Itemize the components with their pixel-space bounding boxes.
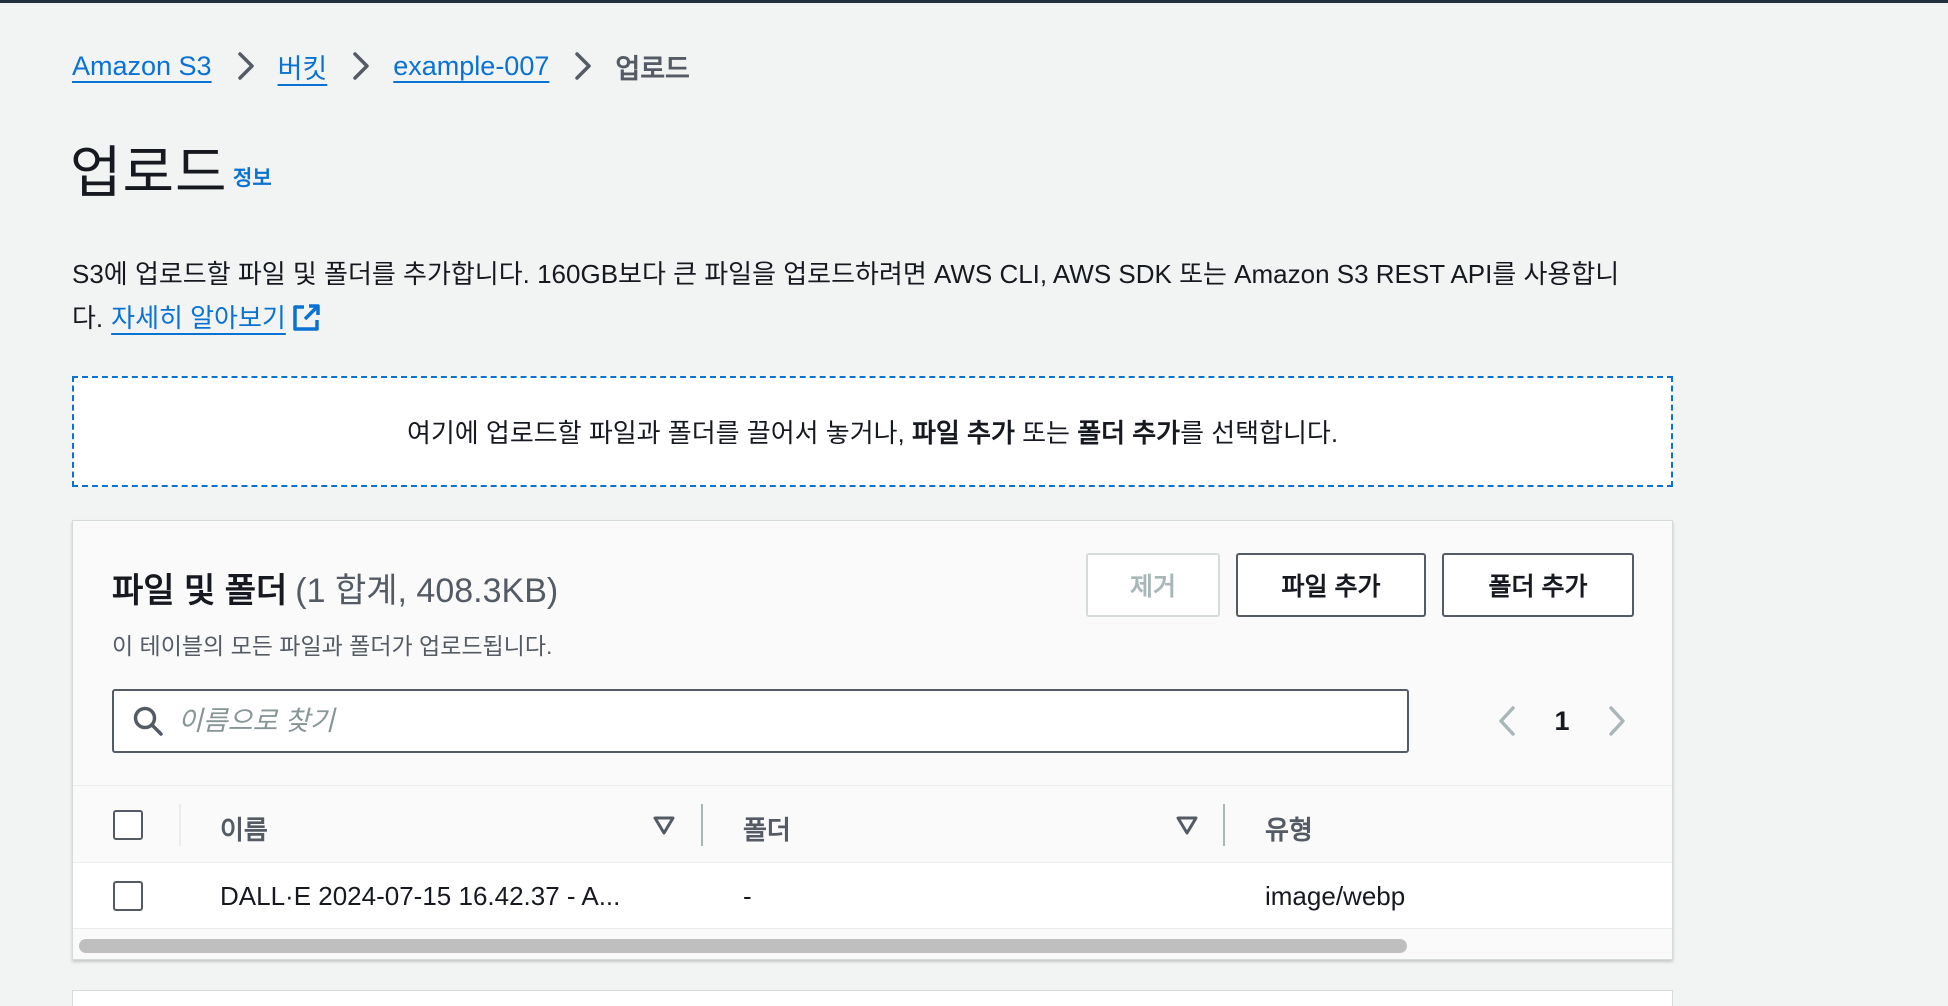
breadcrumb-amazon-s3[interactable]: Amazon S3	[72, 51, 212, 82]
breadcrumb-current: 업로드	[615, 53, 690, 84]
drop-zone-text: 여기에 업로드할 파일과 폴더를 끌어서 놓거나, 파일 추가 또는 폴더 추가…	[407, 413, 1338, 450]
select-all-checkbox[interactable]	[113, 810, 143, 840]
table-row[interactable]: DALL·E 2024-07-15 16.42.37 - A... - imag…	[73, 863, 1672, 929]
page-title: 업로드	[70, 141, 228, 204]
panel-subtitle: 이 테이블의 모든 파일과 폴더가 업로드됩니다.	[112, 633, 553, 659]
next-panel	[72, 990, 1673, 1006]
search-icon	[130, 703, 166, 739]
add-folder-button[interactable]: 폴더 추가	[1442, 553, 1634, 617]
chevron-right-icon	[351, 48, 371, 84]
horizontal-scrollbar[interactable]	[79, 939, 1407, 953]
cell-type: image/webp	[1265, 881, 1406, 911]
drop-zone-text-2: 또는	[1014, 418, 1078, 448]
column-resizer[interactable]	[1223, 804, 1225, 846]
row-checkbox[interactable]	[113, 881, 143, 911]
drop-zone-text-1: 여기에 업로드할 파일과 폴더를 끌어서 놓거나,	[406, 418, 912, 448]
panel-title: 파일 및 폴더 (1 합계, 408.3KB)	[112, 563, 558, 612]
info-link[interactable]: 정보	[233, 162, 272, 192]
previous-page-button[interactable]	[1487, 697, 1527, 745]
pagination: 1	[1487, 697, 1637, 745]
cell-folder: -	[743, 881, 752, 911]
drop-zone-add-folder-text: 폴더 추가	[1077, 418, 1181, 448]
sort-down-icon[interactable]	[651, 812, 677, 838]
column-divider	[179, 804, 181, 846]
next-page-button[interactable]	[1597, 697, 1637, 745]
column-header-folder[interactable]: 폴더	[743, 810, 791, 847]
description-line-2: 다. 자세히 알아보기	[72, 296, 1672, 340]
external-link-icon[interactable]	[290, 302, 322, 334]
learn-more-link[interactable]: 자세히 알아보기	[111, 296, 286, 340]
cell-name: DALL·E 2024-07-15 16.42.37 - A...	[220, 881, 621, 911]
search-field[interactable]	[112, 689, 1409, 753]
breadcrumb-buckets[interactable]: 버킷	[278, 47, 328, 86]
drop-zone-text-3: 를 선택합니다.	[1180, 418, 1339, 448]
drop-zone-add-files-text: 파일 추가	[911, 418, 1015, 448]
add-files-button[interactable]: 파일 추가	[1236, 553, 1426, 617]
page-number[interactable]: 1	[1527, 706, 1597, 737]
panel-title-text: 파일 및 폴더	[112, 572, 288, 610]
page-description: S3에 업로드할 파일 및 폴더를 추가합니다. 160GB보다 큰 파일을 업…	[72, 252, 1672, 340]
description-line-2-text: 다.	[72, 303, 104, 333]
chevron-right-icon	[573, 48, 593, 84]
description-line-1: S3에 업로드할 파일 및 폴더를 추가합니다. 160GB보다 큰 파일을 업…	[72, 259, 1620, 289]
chevron-right-icon	[236, 48, 256, 84]
breadcrumb: Amazon S3 버킷 example-007 업로드	[72, 48, 690, 84]
search-input[interactable]	[178, 705, 1378, 737]
column-resizer[interactable]	[701, 804, 703, 846]
breadcrumb-bucket-name[interactable]: example-007	[393, 51, 549, 82]
panel-count: (1 합계, 408.3KB)	[295, 572, 559, 610]
files-and-folders-panel: 파일 및 폴더 (1 합계, 408.3KB) 이 테이블의 모든 파일과 폴더가…	[72, 520, 1673, 960]
drop-zone[interactable]: 여기에 업로드할 파일과 폴더를 끌어서 놓거나, 파일 추가 또는 폴더 추가…	[72, 376, 1673, 487]
top-border	[0, 0, 1948, 3]
sort-down-icon[interactable]	[1174, 812, 1200, 838]
column-header-name[interactable]: 이름	[220, 810, 268, 847]
column-header-type[interactable]: 유형	[1265, 810, 1313, 847]
remove-button[interactable]: 제거	[1086, 553, 1220, 617]
table-header: 이름 폴더 유형	[73, 785, 1672, 863]
